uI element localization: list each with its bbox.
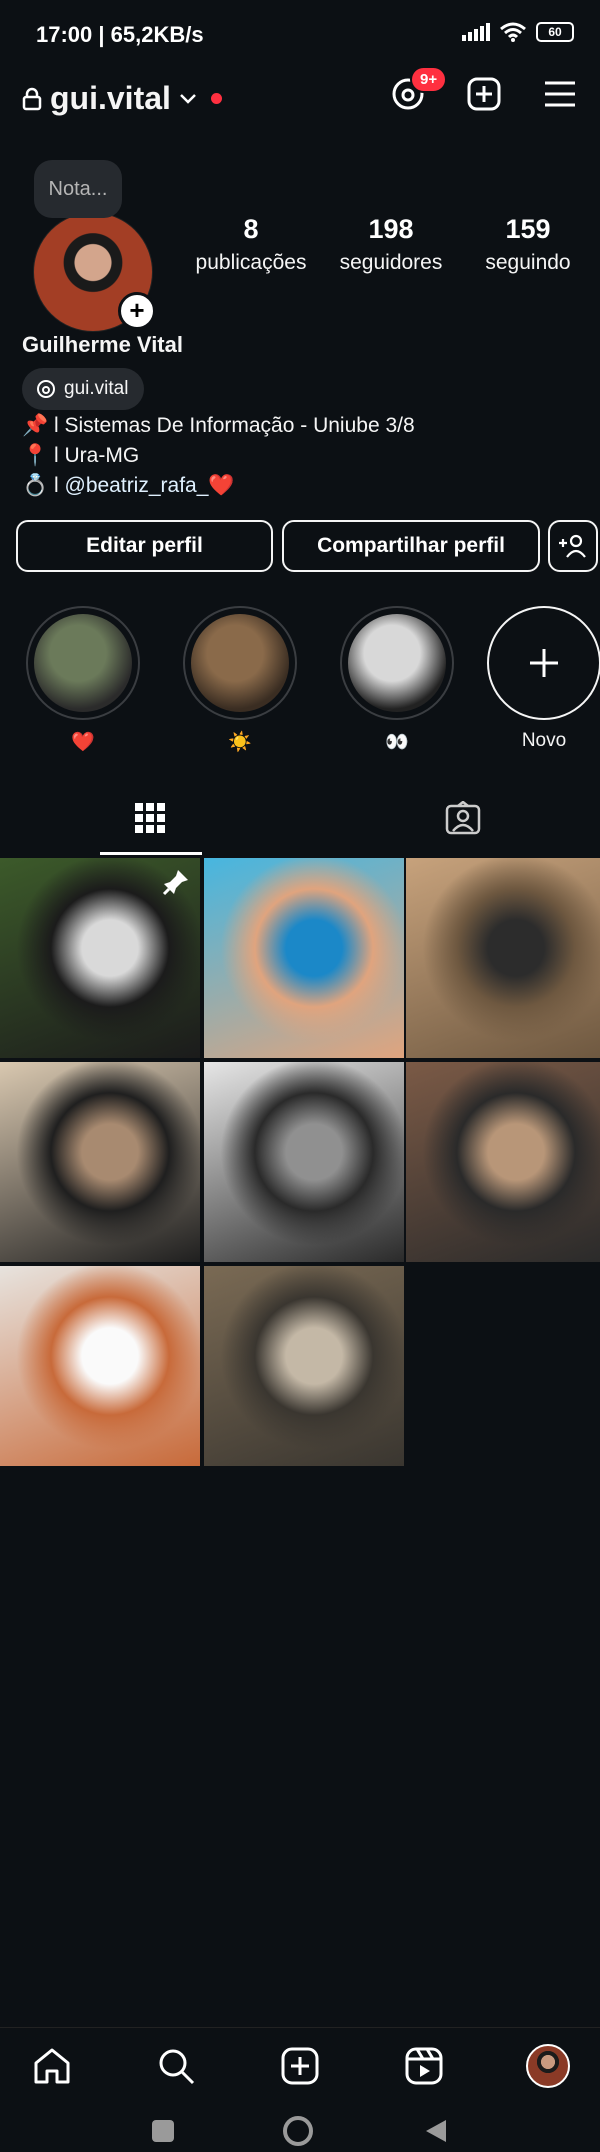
full-name: Guilherme Vital — [22, 332, 183, 357]
stat-posts[interactable]: 8 publicações — [190, 214, 312, 275]
highlight-caption: 👀 — [385, 732, 409, 753]
grid-post[interactable] — [0, 858, 200, 1058]
lock-icon — [22, 87, 42, 110]
highlight-caption: ☀️ — [228, 732, 252, 753]
stat-label: publicações — [195, 251, 307, 274]
new-highlight-ring — [487, 606, 600, 720]
grid-post[interactable] — [0, 1266, 200, 1466]
username: gui.vital — [50, 80, 171, 116]
edit-profile-button[interactable]: Editar perfil — [16, 520, 273, 572]
threads-button[interactable]: 9+ — [390, 66, 448, 112]
pinned-icon — [162, 870, 188, 896]
add-story-icon[interactable]: + — [118, 292, 156, 330]
reels-icon — [405, 2047, 443, 2085]
grid-post[interactable] — [406, 858, 600, 1058]
highlight-ring — [183, 606, 297, 720]
tab-posts-grid[interactable] — [0, 782, 300, 854]
highlight-ring — [340, 606, 454, 720]
add-person-icon — [559, 534, 586, 558]
pin-emoji: 📌 — [22, 414, 49, 437]
menu-icon — [545, 81, 575, 107]
back-icon[interactable] — [424, 2118, 448, 2144]
suggest-people-button[interactable] — [548, 520, 598, 572]
battery-icon: 60 — [536, 22, 574, 42]
highlight-3[interactable]: 👀 — [338, 606, 456, 754]
note-bubble[interactable]: Nota... — [34, 160, 122, 218]
highlight-caption: Novo — [521, 730, 567, 751]
account-switcher[interactable]: gui.vital — [22, 80, 222, 117]
active-tab-indicator — [100, 852, 202, 855]
grid-post[interactable] — [406, 1062, 600, 1262]
stat-value: 198 — [368, 214, 414, 244]
heart-emoji: ❤️ — [208, 474, 235, 497]
threads-link[interactable]: gui.vital — [22, 368, 145, 410]
bio-text: l — [48, 474, 65, 497]
grid-icon — [135, 803, 165, 833]
stat-followers[interactable]: 198 seguidores — [330, 214, 452, 275]
bio-text: l Ura-MG — [48, 444, 140, 467]
new-highlight-button[interactable]: Novo — [485, 606, 600, 752]
threads-icon — [37, 380, 55, 398]
highlight-cover — [348, 614, 446, 712]
bottom-nav — [0, 2027, 600, 2104]
bio-text: l Sistemas De Informação - Uniube 3/8 — [48, 414, 415, 437]
highlight-cover — [191, 614, 289, 712]
menu-button[interactable] — [542, 76, 578, 112]
recents-icon[interactable] — [152, 2120, 174, 2142]
nav-home[interactable] — [30, 2044, 74, 2088]
highlight-caption: ❤️ — [71, 732, 95, 753]
grid-post[interactable] — [0, 1062, 200, 1262]
highlight-2[interactable]: ☀️ — [181, 606, 299, 754]
highlight-cover — [34, 614, 132, 712]
profile-tabs — [0, 782, 600, 854]
chevron-down-icon — [180, 93, 196, 104]
stat-label: seguidores — [339, 251, 443, 274]
wifi-icon — [500, 22, 526, 42]
add-post-button[interactable] — [466, 76, 502, 112]
home-icon — [34, 2048, 70, 2084]
create-icon — [281, 2047, 319, 2085]
profile-header: gui.vital 9+ — [0, 66, 600, 132]
bio-line-3: 💍 l @beatriz_rafa_❤️ — [22, 474, 235, 498]
nav-reels[interactable] — [402, 2044, 446, 2088]
grid-post[interactable] — [204, 1062, 404, 1262]
search-icon — [159, 2049, 195, 2085]
status-time: 17:00 | 65,2KB/s — [36, 22, 204, 47]
grid-post[interactable] — [204, 1266, 404, 1466]
notification-badge: 9+ — [410, 66, 448, 93]
share-profile-button[interactable]: Compartilhar perfil — [282, 520, 540, 572]
stat-value: 159 — [505, 214, 551, 244]
plus-icon — [530, 649, 558, 677]
grid-post[interactable] — [204, 858, 404, 1058]
bio-line-1: 📌 l Sistemas De Informação - Uniube 3/8 — [22, 414, 415, 438]
highlight-ring — [26, 606, 140, 720]
signal-icon — [462, 23, 490, 41]
location-emoji: 📍 — [22, 444, 49, 467]
highlight-1[interactable]: ❤️ — [24, 606, 142, 754]
profile-avatar[interactable] — [526, 2044, 570, 2088]
stat-value: 8 — [243, 214, 259, 244]
bio-line-2: 📍 l Ura-MG — [22, 444, 139, 468]
posts-grid — [0, 858, 600, 1476]
mention-link[interactable]: @beatriz_rafa_ — [65, 474, 209, 497]
stat-following[interactable]: 159 seguindo — [470, 214, 586, 275]
stat-label: seguindo — [485, 251, 571, 274]
system-nav — [0, 2108, 600, 2152]
tab-tagged[interactable] — [300, 782, 600, 854]
unread-dot — [210, 93, 222, 104]
nav-create[interactable] — [278, 2044, 322, 2088]
ring-emoji: 💍 — [22, 474, 49, 497]
status-icons: 60 — [462, 22, 574, 42]
status-bar: 17:00 | 65,2KB/s 60 — [0, 0, 600, 66]
nav-search[interactable] — [154, 2044, 198, 2088]
home-system-icon[interactable] — [283, 2116, 313, 2146]
tagged-icon — [445, 801, 481, 835]
threads-handle: gui.vital — [64, 378, 129, 399]
add-post-icon — [467, 77, 501, 111]
